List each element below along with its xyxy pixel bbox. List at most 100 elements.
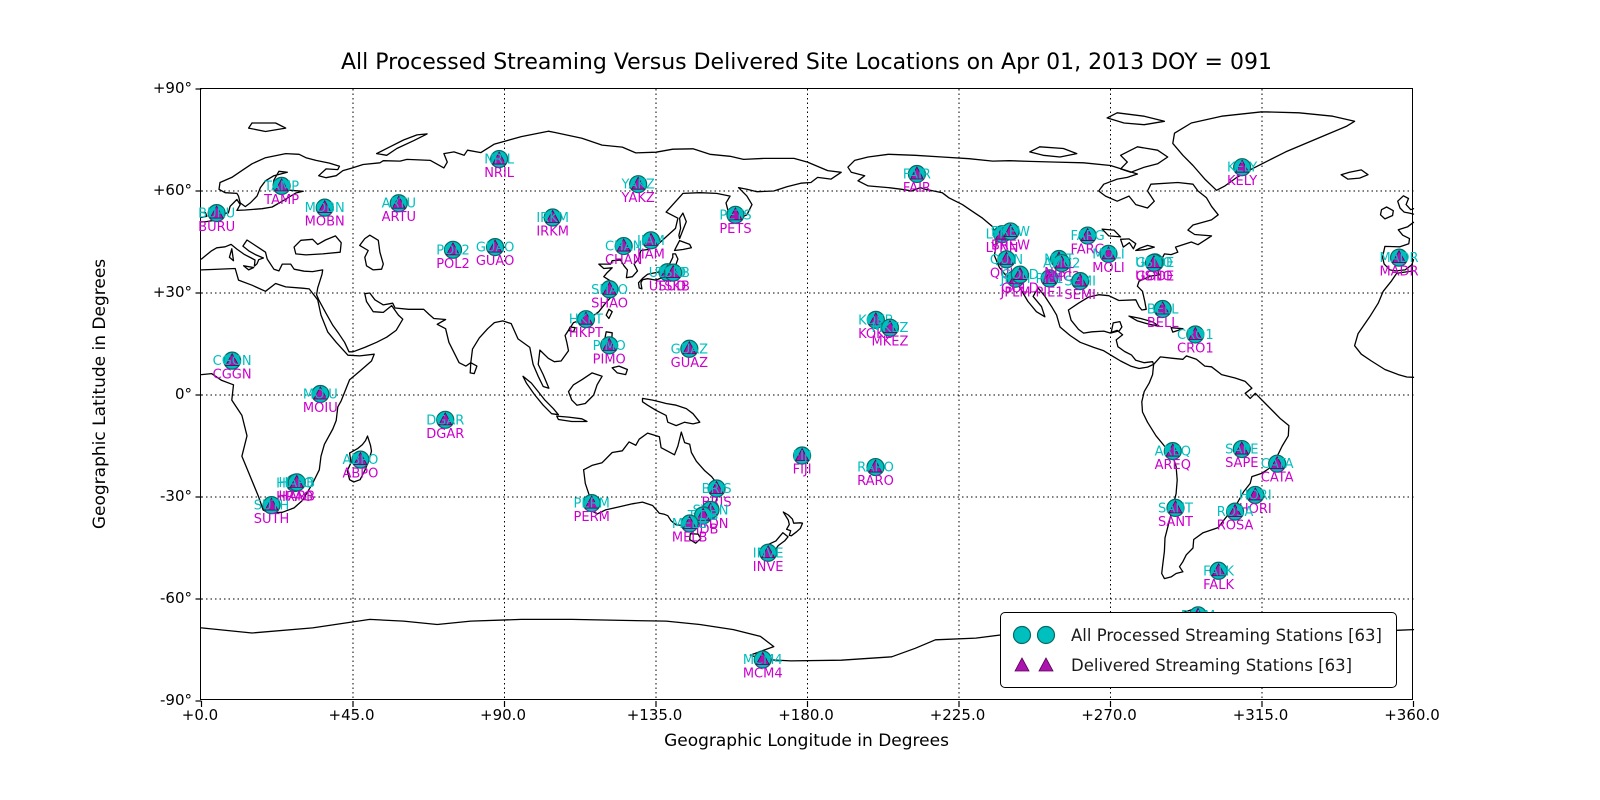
coastline: [557, 416, 587, 421]
x-tick-label: +270.0: [1081, 706, 1137, 724]
station-semi: SEMISEMI: [1064, 273, 1096, 304]
coastline: [470, 363, 477, 374]
station-label-delivered: BURU: [198, 220, 235, 235]
station-label-delivered: GUAZ: [671, 356, 708, 371]
x-tick-label: +225.0: [930, 706, 986, 724]
station-label-delivered: TAMP: [263, 193, 299, 208]
station-label-delivered: TSKB: [655, 280, 690, 295]
station-kely: KELYKELY: [1227, 159, 1257, 190]
station-melb: MELBMELB: [672, 515, 708, 546]
station-label-delivered: IRKM: [536, 225, 569, 240]
y-tick-label: -30°: [132, 487, 192, 505]
station-tamp: TAMPTAMP: [263, 177, 299, 208]
station-label-delivered: MOBN: [305, 215, 345, 230]
coastline: [1107, 113, 1164, 125]
station-label-delivered: SANT: [1158, 515, 1193, 530]
station-inve: INVEINVE: [753, 544, 784, 575]
coastline: [294, 236, 341, 255]
coastline: [783, 512, 802, 536]
station-label-delivered: ROSA: [1217, 519, 1254, 534]
station-buru: BURUBURU: [198, 205, 235, 236]
station-shao: SHAOSHAO: [591, 281, 628, 312]
station-label-delivered: INVE: [753, 560, 784, 575]
y-tick-label: -90°: [132, 691, 192, 709]
station-label-delivered: DGAR: [426, 427, 464, 442]
station-hkpt: HKPTHKPT: [569, 311, 603, 342]
station-label-delivered: SHAO: [591, 296, 628, 311]
station-moli: MOLIMOLI: [1092, 245, 1125, 276]
station-abpo: ABPOABPO: [342, 451, 378, 482]
station-label-delivered: MOLI: [1092, 261, 1125, 276]
station-label-delivered: CATA: [1261, 471, 1294, 486]
legend-label-processed: All Processed Streaming Stations [63]: [1071, 626, 1382, 645]
station-rosa: ROSAROSA: [1217, 503, 1254, 534]
station-usno: USNOUSNO: [1135, 254, 1173, 284]
figure: All Processed Streaming Versus Delivered…: [0, 0, 1600, 800]
station-nril: NRILNRIL: [484, 151, 515, 182]
x-tick-label: +135.0: [627, 706, 683, 724]
station-label-delivered: ABPO: [342, 467, 378, 482]
x-axis-label: Geographic Longitude in Degrees: [200, 731, 1413, 751]
station-fair: FAIRFAIR: [903, 166, 931, 197]
station-label-delivered: PERM: [574, 510, 610, 525]
world-map-svg: BURUBURUTAMPTAMPMOBNMOBNARTUARTUNRILNRIL…: [201, 89, 1414, 701]
station-pimo: PIMOPIMO: [593, 337, 626, 368]
station-sant: SANTSANT: [1158, 499, 1193, 530]
coastline: [360, 235, 384, 270]
x-tick-label: +360.0: [1384, 706, 1440, 724]
station-cggn: CGGNCGGN: [213, 352, 252, 383]
station-label-delivered: GOLD: [1001, 282, 1039, 297]
legend-entry-delivered: Delivered Streaming Stations [63]: [1011, 650, 1382, 680]
y-tick-label: 0°: [132, 385, 192, 403]
coastline: [1121, 147, 1168, 173]
legend-circle-markers: [1011, 624, 1059, 646]
y-axis-label: Geographic Latitude in Degrees: [90, 259, 110, 529]
station-label-delivered: PETS: [719, 222, 751, 237]
y-tick-label: +60°: [132, 181, 192, 199]
station-label-delivered: MOIU: [303, 401, 338, 416]
station-artu: ARTUARTU: [382, 195, 416, 226]
station-label-delivered: POL2: [436, 257, 470, 272]
station-label-delivered: BREW: [991, 238, 1030, 253]
station-label-delivered: PIE1: [1035, 285, 1063, 300]
station-label-delivered: JIAM: [636, 247, 665, 262]
station-label-delivered: SAPE: [1225, 456, 1258, 471]
coastline: [377, 134, 428, 155]
coastline: [1173, 112, 1355, 191]
coastline: [249, 123, 286, 132]
station-sape: SAPESAPE: [1225, 441, 1258, 472]
x-tick-label: +45.0: [329, 706, 375, 724]
legend-entry-processed: All Processed Streaming Stations [63]: [1011, 620, 1382, 650]
y-tick-label: -60°: [132, 589, 192, 607]
station-gold: GOLDGOLD: [1001, 266, 1039, 297]
station-label-delivered: FALK: [1203, 578, 1234, 593]
station-perm: PERMPERM: [574, 495, 610, 526]
x-tick-label: +180.0: [778, 706, 834, 724]
station-pets: PETSPETS: [719, 206, 751, 237]
coastline: [643, 398, 700, 425]
station-label-delivered: MCM4: [743, 667, 783, 682]
coastline: [202, 131, 842, 388]
coastline: [1355, 271, 1414, 377]
station-label-delivered: PIMO: [593, 352, 626, 367]
y-tick-label: +30°: [132, 283, 192, 301]
chart-title: All Processed Streaming Versus Delivered…: [200, 50, 1413, 75]
station-label-delivered: MADR: [1379, 265, 1418, 280]
legend-label-delivered: Delivered Streaming Stations [63]: [1071, 656, 1352, 675]
station-mcm4: MCM4MCM4: [743, 651, 783, 682]
x-tick-label: +315.0: [1233, 706, 1289, 724]
station-areq: AREQAREQ: [1155, 443, 1191, 474]
station-fiji: FIJIFIJI: [793, 447, 812, 478]
coastline: [612, 366, 627, 375]
station-irkm: IRKMIRKM: [536, 209, 569, 240]
station-cro1: CRO1CRO1: [1177, 326, 1214, 357]
station-label-delivered: USNO: [1135, 270, 1173, 285]
station-madr: MADRMADR: [1379, 249, 1418, 280]
coastline: [1341, 170, 1368, 179]
coastline: [1102, 229, 1121, 237]
y-tick-label: +90°: [132, 79, 192, 97]
coastline: [1398, 196, 1414, 214]
coastline: [1136, 245, 1155, 250]
station-guaz: GUAZGUAZ: [671, 340, 708, 371]
station-moiu: MOIUMOIU: [303, 385, 338, 416]
